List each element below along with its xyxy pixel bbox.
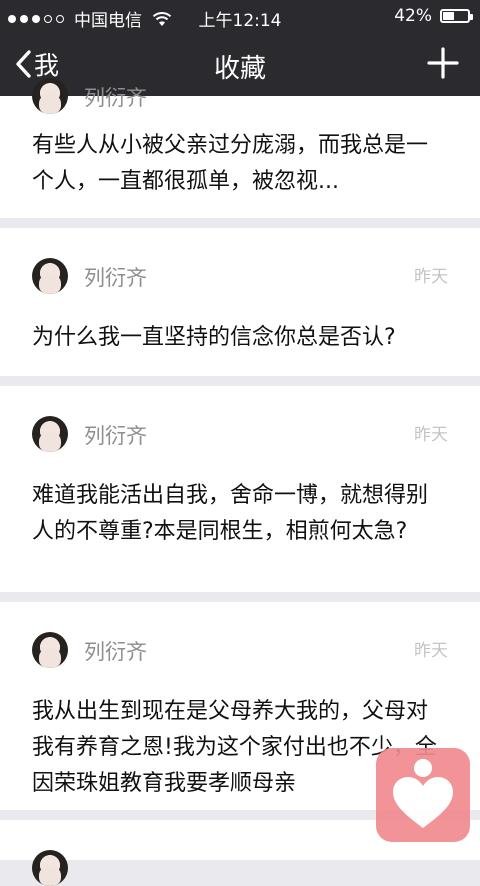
author-name: 列衍齐 [84,640,147,664]
list-item[interactable]: 列衍齐 有些人从小被父亲过分庞溺，而我总是一个人，一直都很孤单，被忽视... [0,78,480,218]
post-time: 昨天 [414,641,448,661]
navigation-bar: 我 收藏 [0,32,480,96]
avatar [32,78,68,114]
avatar [32,632,68,668]
status-bar: 中国电信 上午12:14 42% [0,0,480,32]
avatar [32,850,68,886]
page-title: 收藏 [213,54,266,84]
post-text: 难道我能活出自我，舍命一博，就想得别人的不尊重?本是同根生，相煎何太急? [32,483,429,544]
author-name: 列衍齐 [84,266,147,290]
author-name: 列衍齐 [84,86,147,110]
list-item[interactable]: 列衍齐 昨天 难道我能活出自我，舍命一博，就想得别人的不尊重?本是同根生，相煎何… [0,386,480,592]
post-time: 昨天 [414,267,448,287]
post-text: 为什么我一直坚持的信念你总是否认? [32,325,396,350]
post-text: 有些人从小被父亲过分庞溺，而我总是一个人，一直都很孤单，被忽视... [32,133,429,194]
battery-icon [440,9,473,23]
battery-level [443,12,454,20]
battery-percent: 42% [394,6,432,26]
avatar [32,258,68,294]
post-time: 昨天 [414,425,448,445]
heart-icon [393,759,453,828]
avatar [32,416,68,452]
plus-icon[interactable] [426,46,460,80]
list-item[interactable]: 列衍齐 昨天 为什么我一直坚持的信念你总是否认? [0,228,480,376]
author-name: 列衍齐 [84,424,147,448]
favorite-floating-button[interactable] [376,748,470,842]
battery-area: 42% [394,6,473,26]
battery-tip [470,14,473,20]
